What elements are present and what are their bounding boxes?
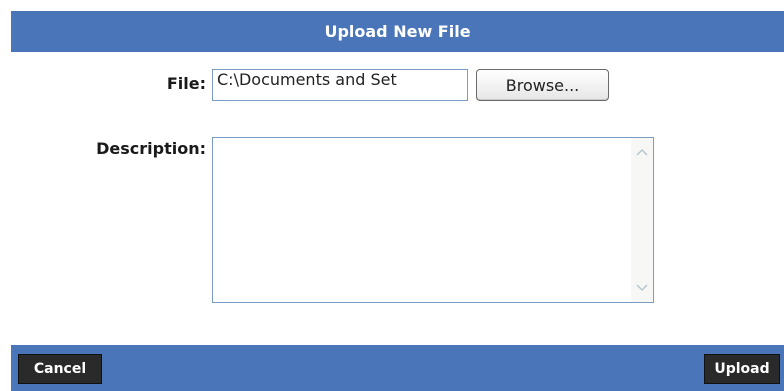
upload-button[interactable]: Upload [704, 354, 780, 384]
description-scrollbar[interactable] [631, 138, 653, 302]
browse-button-label: Browse... [505, 75, 580, 95]
browse-button[interactable]: Browse... [476, 69, 609, 101]
file-path-input[interactable]: C:\Documents and Set [212, 69, 468, 101]
scroll-up-icon[interactable] [634, 144, 650, 160]
upload-dialog: Upload New File File: C:\Documents and S… [0, 0, 784, 391]
scroll-down-icon[interactable] [634, 280, 650, 296]
description-label: Description: [96, 139, 206, 158]
cancel-button-label: Cancel [33, 361, 87, 377]
cancel-button[interactable]: Cancel [18, 354, 102, 384]
upload-button-label: Upload [714, 361, 770, 377]
file-path-value: C:\Documents and Set [217, 70, 397, 89]
dialog-title-bar: Upload New File [11, 11, 784, 52]
dialog-title: Upload New File [324, 22, 471, 41]
description-textarea[interactable] [213, 138, 631, 302]
dialog-footer-bar [11, 345, 784, 391]
file-label: File: [166, 74, 206, 93]
description-field[interactable] [212, 137, 654, 303]
